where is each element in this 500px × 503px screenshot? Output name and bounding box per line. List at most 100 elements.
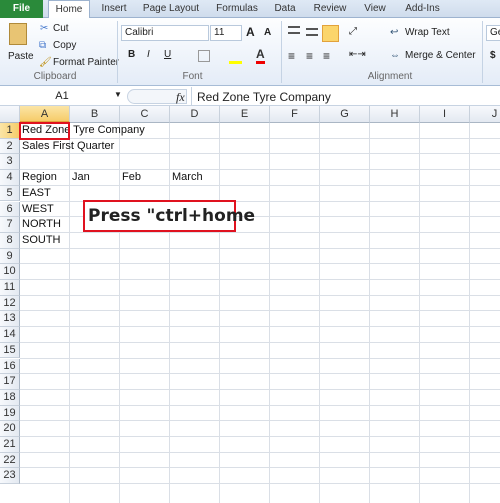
row-header-15[interactable]: 15 — [0, 342, 20, 359]
italic-button[interactable]: I — [147, 49, 150, 60]
divider — [117, 21, 118, 83]
paste-icon[interactable] — [9, 23, 27, 45]
gridline — [20, 420, 500, 422]
paste-button[interactable]: Paste — [8, 51, 34, 62]
cell-D4[interactable]: March — [172, 170, 203, 186]
column-header-A[interactable]: A — [20, 106, 70, 123]
tab-view[interactable]: View — [360, 0, 390, 18]
gridline — [319, 123, 320, 503]
column-header-G[interactable]: G — [320, 106, 370, 123]
divider — [482, 21, 483, 83]
column-header-C[interactable]: C — [120, 106, 170, 123]
row-header-3[interactable]: 3 — [0, 154, 20, 171]
row-header-11[interactable]: 11 — [0, 280, 20, 296]
currency-button[interactable]: $ — [490, 50, 496, 61]
divider — [191, 87, 192, 106]
column-header-I[interactable]: I — [420, 106, 470, 123]
tab-file[interactable]: File — [0, 0, 43, 18]
row-header-13[interactable]: 13 — [0, 311, 20, 328]
cell-A8[interactable]: SOUTH — [22, 233, 61, 249]
column-header-D[interactable]: D — [170, 106, 220, 123]
wrap-text-button[interactable]: Wrap Text — [405, 27, 450, 38]
format-painter-button[interactable]: Format Painter — [53, 57, 119, 68]
scissors-icon: ✂ — [40, 23, 49, 34]
underline-button[interactable]: U — [164, 49, 171, 60]
insert-function-button[interactable]: fx — [176, 90, 185, 105]
row-header-23[interactable]: 23 — [0, 468, 20, 485]
column-header-B[interactable]: B — [70, 106, 120, 123]
number-format-select[interactable]: Ge — [486, 25, 500, 41]
align-bottom-icon[interactable] — [322, 25, 339, 42]
column-header-J[interactable]: J — [470, 106, 500, 123]
gridline — [20, 169, 500, 171]
tab-formulas[interactable]: Formulas — [212, 0, 262, 18]
row-header-5[interactable]: 5 — [0, 185, 20, 202]
align-top-icon[interactable] — [288, 26, 300, 34]
row-header-14[interactable]: 14 — [0, 327, 20, 343]
row-header-21[interactable]: 21 — [0, 437, 20, 453]
gridline — [20, 436, 500, 437]
grow-font-button[interactable]: A — [246, 25, 255, 39]
align-left-icon[interactable]: ≡ — [288, 49, 295, 63]
gridline — [20, 467, 500, 469]
name-box[interactable]: A1 — [2, 89, 122, 104]
row-header-9[interactable]: 9 — [0, 248, 20, 265]
bold-button[interactable]: B — [128, 49, 135, 60]
column-header-H[interactable]: H — [370, 106, 420, 123]
tab-add-ins[interactable]: Add-Ins — [400, 0, 445, 18]
gridline — [119, 123, 120, 503]
fill-color-icon[interactable] — [229, 61, 242, 64]
tab-page-layout[interactable]: Page Layout — [140, 0, 202, 18]
name-box-dropdown-icon[interactable]: ▼ — [114, 90, 122, 99]
wrap-text-icon: ↩ — [390, 27, 399, 38]
row-header-4[interactable]: 4 — [0, 170, 20, 186]
row-header-1[interactable]: 1 — [0, 123, 20, 139]
font-name-select[interactable]: Calibri — [121, 25, 209, 41]
cell-A7[interactable]: NORTH — [22, 217, 61, 233]
cell-A2[interactable]: Sales First Quarter — [22, 139, 114, 155]
tab-data[interactable]: Data — [270, 0, 300, 18]
row-header-18[interactable]: 18 — [0, 389, 20, 406]
row-header-22[interactable]: 22 — [0, 452, 20, 469]
cell-C4[interactable]: Feb — [122, 170, 141, 186]
alignment-group-label: Alignment — [367, 71, 413, 82]
font-color-icon[interactable]: A — [256, 47, 265, 64]
row-header-10[interactable]: 10 — [0, 264, 20, 280]
cell-A4[interactable]: Region — [22, 170, 57, 186]
merge-center-button[interactable]: Merge & Center — [405, 50, 476, 61]
copy-button[interactable]: Copy — [53, 40, 76, 51]
orientation-icon[interactable]: ⤢ — [349, 26, 357, 37]
gridline — [20, 294, 500, 296]
row-header-6[interactable]: 6 — [0, 201, 20, 218]
gridline — [20, 357, 500, 359]
cell-A5[interactable]: EAST — [22, 186, 51, 202]
tab-home[interactable]: Home — [48, 0, 90, 19]
row-header-12[interactable]: 12 — [0, 295, 20, 312]
align-right-icon[interactable]: ≡ — [323, 49, 330, 63]
row-header-17[interactable]: 17 — [0, 374, 20, 390]
row-header-20[interactable]: 20 — [0, 421, 20, 437]
row-header-16[interactable]: 16 — [0, 358, 20, 375]
select-all-button[interactable] — [0, 106, 20, 123]
cell-A6[interactable]: WEST — [22, 202, 54, 218]
font-size-select[interactable]: 11 — [210, 25, 242, 41]
cell-B4[interactable]: Jan — [72, 170, 90, 186]
borders-icon[interactable] — [198, 50, 210, 62]
row-header-7[interactable]: 7 — [0, 217, 20, 233]
column-header-F[interactable]: F — [270, 106, 320, 123]
copy-icon: ⧉ — [39, 40, 47, 51]
align-center-icon[interactable]: ≡ — [306, 49, 313, 63]
row-header-8[interactable]: 8 — [0, 232, 20, 249]
gridline — [269, 123, 270, 503]
indent-icon[interactable]: ⇤⇥ — [349, 49, 366, 60]
tab-review[interactable]: Review — [310, 0, 350, 18]
cut-button[interactable]: Cut — [53, 23, 69, 34]
column-header-E[interactable]: E — [220, 106, 270, 123]
shrink-font-button[interactable]: A — [264, 27, 271, 38]
tab-insert[interactable]: Insert — [96, 0, 132, 18]
instruction-callout: Press "ctrl+home — [83, 200, 255, 232]
row-header-19[interactable]: 19 — [0, 405, 20, 422]
align-middle-icon[interactable] — [306, 28, 318, 36]
formula-input[interactable]: Red Zone Tyre Company — [197, 90, 331, 104]
row-header-2[interactable]: 2 — [0, 138, 20, 155]
